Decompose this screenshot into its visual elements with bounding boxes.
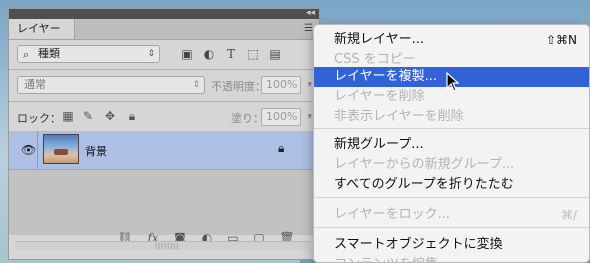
menu-item-label: CSS をコピー xyxy=(334,52,416,67)
menu-separator xyxy=(314,128,589,129)
menu-item[interactable]: すべてのグループを折りたたむ xyxy=(314,175,589,195)
menu-item[interactable]: コンテンツを編集 xyxy=(314,255,589,262)
menu-item-label: コンテンツを編集 xyxy=(334,257,438,262)
menu-item[interactable]: 新規レイヤー... ⇧⌘N xyxy=(314,30,589,50)
menu-item[interactable]: 非表示レイヤーを削除 xyxy=(314,107,589,127)
menu-item-label: すべてのグループを折りたたむ xyxy=(334,177,514,192)
lock-row: ロック： ▦ ✎ ✥ 🔒︎ 塗り： 100% ▾ xyxy=(9,105,319,129)
menu-item[interactable]: 新規グループ... xyxy=(314,135,589,155)
lock-icon[interactable]: 🔒︎ xyxy=(278,141,284,156)
opacity-label: 不透明度： xyxy=(211,80,266,93)
menu-item-label: 新規レイヤー... xyxy=(334,32,425,47)
layers-panel: ◂◂ レイヤー ☰ ⌕ 種類 ⇕ ▣ ◐ T ⬚ ▤ 通常 ⇕ 不透明度： 10… xyxy=(8,8,320,260)
panel-titlebar[interactable]: ◂◂ xyxy=(9,7,319,19)
filter-row: ⌕ 種類 ⇕ ▣ ◐ T ⬚ ▤ xyxy=(9,41,319,67)
layer-thumbnail xyxy=(43,134,79,164)
menu-item-label: 新規グループ... xyxy=(334,137,424,152)
resize-grip[interactable]: |||||||| xyxy=(155,243,179,250)
fill-field[interactable]: 100% ▾ xyxy=(261,108,312,126)
tab-label: レイヤー xyxy=(17,22,61,35)
image-filter-icon[interactable]: ▣ xyxy=(179,46,195,62)
eye-icon[interactable]: 👁︎ xyxy=(21,143,36,157)
shape-filter-icon[interactable]: ⬚ xyxy=(245,46,261,62)
menu-separator xyxy=(314,227,589,228)
horizontal-scrollbar[interactable]: |||||||| xyxy=(15,241,310,250)
chevron-down-icon[interactable]: ▾ xyxy=(307,77,312,93)
blend-mode-value: 通常 xyxy=(24,78,46,91)
cursor-arrow-icon xyxy=(446,72,460,92)
lock-transparent-pixels-icon[interactable]: ▦ xyxy=(61,109,75,123)
tab-layers[interactable]: レイヤー xyxy=(9,19,75,39)
menu-item-shortcut: ⌘/ xyxy=(560,208,577,222)
fill-label: 塗り： xyxy=(231,112,264,125)
menu-separator xyxy=(314,197,589,198)
menu-item-label: スマートオブジェクトに変換 xyxy=(334,237,503,252)
layer-row[interactable]: 👁︎ 背景 🔒︎ xyxy=(9,131,319,170)
menu-item[interactable]: スマートオブジェクトに変換 xyxy=(314,235,589,255)
opacity-field[interactable]: 100% ▾ xyxy=(261,76,312,94)
lock-all-icon[interactable]: 🔒︎ xyxy=(125,109,139,124)
opacity-value: 100% xyxy=(266,78,298,91)
lock-position-icon[interactable]: ✥ xyxy=(103,109,117,123)
adjustment-filter-icon[interactable]: ◐ xyxy=(201,46,217,62)
menu-item[interactable]: レイヤーをロック... ⌘/ xyxy=(314,205,589,225)
lock-label: ロック： xyxy=(17,112,61,125)
panel-menu-icon[interactable]: ☰ xyxy=(304,23,313,34)
filter-kind-value: 種類 xyxy=(38,47,60,60)
filter-kind-select[interactable]: ⌕ 種類 ⇕ xyxy=(17,45,160,63)
menu-item[interactable]: レイヤーからの新規グループ... xyxy=(314,155,589,175)
menu-item-label: レイヤーからの新規グループ... xyxy=(334,157,515,172)
search-icon: ⌕ xyxy=(23,48,30,61)
chevron-updown-icon: ⇕ xyxy=(147,49,155,59)
chevron-updown-icon: ⇕ xyxy=(192,80,200,90)
collapse-icon[interactable]: ◂◂ xyxy=(306,7,315,19)
menu-item-label: レイヤーをロック... xyxy=(334,207,451,222)
divider xyxy=(9,101,319,102)
tab-row: レイヤー ☰ xyxy=(9,19,319,40)
menu-item-label: レイヤーを削除 xyxy=(334,89,425,104)
chevron-down-icon[interactable]: ▾ xyxy=(307,109,312,125)
smart-object-filter-icon[interactable]: ▤ xyxy=(267,46,283,62)
menu-item-label: レイヤーを複製... xyxy=(334,69,438,84)
blend-mode-select[interactable]: 通常 ⇕ xyxy=(17,76,205,94)
menu-item-shortcut: ⇧⌘N xyxy=(545,33,577,47)
divider xyxy=(9,69,319,70)
blend-row: 通常 ⇕ 不透明度： 100% ▾ xyxy=(9,73,319,97)
divider xyxy=(37,131,38,169)
layers-list: 👁︎ 背景 🔒︎ xyxy=(9,131,319,235)
lock-image-pixels-icon[interactable]: ✎ xyxy=(81,109,95,123)
layer-name[interactable]: 背景 xyxy=(85,143,107,159)
fill-value: 100% xyxy=(266,110,298,123)
menu-item-label: 非表示レイヤーを削除 xyxy=(334,109,464,124)
type-filter-icon[interactable]: T xyxy=(223,46,239,62)
context-menu: 新規レイヤー... ⇧⌘N CSS をコピーレイヤーを複製... レイヤーを削除非表示… xyxy=(313,24,590,263)
